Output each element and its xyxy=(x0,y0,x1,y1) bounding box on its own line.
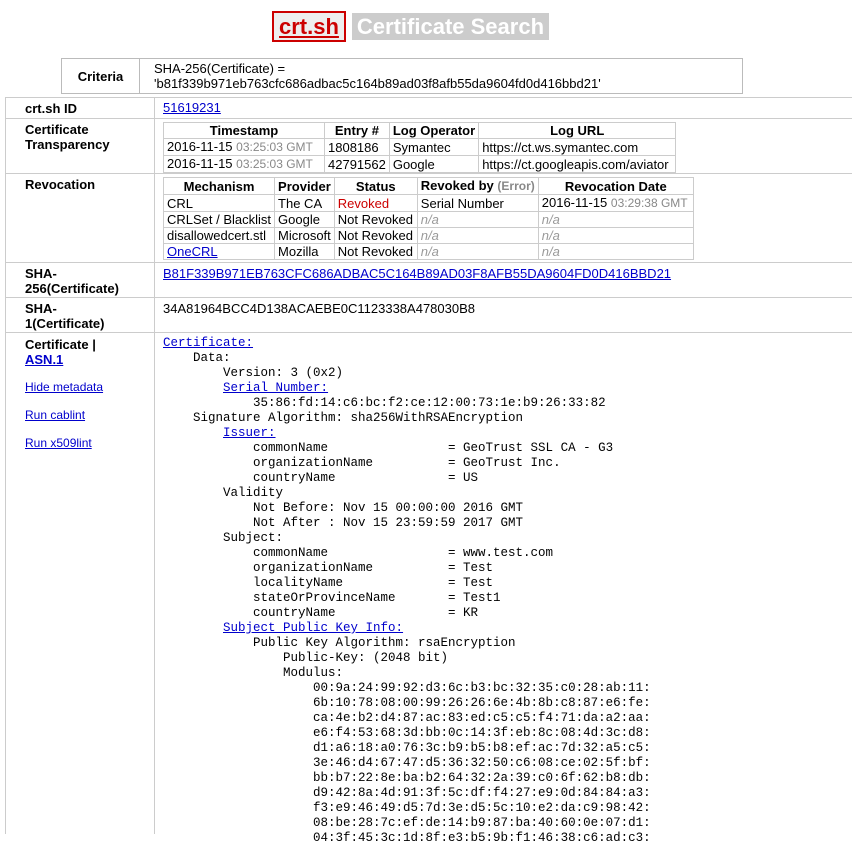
ct-url: https://ct.googleapis.com/aviator xyxy=(478,155,677,173)
cert-serial-value: 35:86:fd:14:c6:bc:f2:ce:12:00:73:1e:b9:2… xyxy=(163,396,606,410)
rev-provider: Mozilla xyxy=(274,243,335,260)
rev-status: Not Revoked xyxy=(333,243,418,260)
rev-mechanism: disallowedcert.stl xyxy=(162,227,276,244)
table-row: OneCRL Mozilla Not Revoked n/a n/a xyxy=(162,243,694,260)
ct-header-timestamp: Timestamp xyxy=(163,122,325,139)
revocation-row: Revocation Mechanism Provider Status Rev… xyxy=(5,174,852,263)
issuer-link[interactable]: Issuer: xyxy=(223,426,276,440)
table-row: CRLSet / Blacklist Google Not Revoked n/… xyxy=(162,211,694,228)
run-x509lint-link[interactable]: Run x509lint xyxy=(25,436,92,450)
rev-header-date: Revocation Date xyxy=(537,177,694,195)
ct-date: 2016-11-15 xyxy=(167,156,233,171)
rev-provider: Google xyxy=(274,211,335,228)
run-cablint-link[interactable]: Run cablint xyxy=(25,408,85,422)
asn1-link[interactable]: ASN.1 xyxy=(25,352,63,367)
ct-header-entry: Entry # xyxy=(324,122,390,139)
subject-public-key-info-link[interactable]: Subject Public Key Info: xyxy=(223,621,403,635)
certificate-row: Certificate | ASN.1 Hide metadata Run ca… xyxy=(5,333,852,846)
cert-subject-fields: commonName = www.test.com organizationNa… xyxy=(253,546,554,620)
rev-status: Not Revoked xyxy=(333,211,418,228)
cert-issuer-fields: commonName = GeoTrust SSL CA - G3 organi… xyxy=(253,441,614,485)
rev-date: n/a xyxy=(537,211,694,228)
cert-signature-algorithm: Signature Algorithm: sha256WithRSAEncryp… xyxy=(163,411,524,425)
certificate-details-table: crt.sh ID 51619231 Certificate Transpare… xyxy=(5,97,852,846)
ct-row: Certificate Transparency Timestamp Entry… xyxy=(5,119,852,174)
criteria-box: Criteria SHA-256(Certificate) = 'b81f339… xyxy=(61,58,743,94)
sha256-row: SHA-256(Certificate) B81F339B971EB763CFC… xyxy=(5,263,852,298)
page-subtitle: Certificate Search xyxy=(351,12,550,40)
ct-entry: 1808186 xyxy=(324,138,390,156)
sha256-link[interactable]: B81F339B971EB763CFC686ADBAC5C164B89AD03F… xyxy=(163,266,671,281)
table-row: 2016-11-15 03:25:03 GMT 42791562 Google … xyxy=(163,155,677,173)
rev-status: Not Revoked xyxy=(333,227,418,244)
rev-revoked-by: n/a xyxy=(416,243,539,260)
ct-label: Certificate Transparency xyxy=(25,122,110,152)
crtsh-id-link[interactable]: 51619231 xyxy=(163,100,221,115)
rev-header-provider: Provider xyxy=(274,177,335,195)
ct-time: 03:25:03 GMT xyxy=(236,157,313,171)
crtsh-id-row: crt.sh ID 51619231 xyxy=(5,98,852,119)
rev-date: 2016-11-15 xyxy=(541,195,608,210)
rev-mechanism: CRL xyxy=(162,194,276,212)
rev-revoked-by: n/a xyxy=(416,227,539,244)
cert-data-line: Data: xyxy=(163,351,231,365)
sha1-label: SHA-1(Certificate) xyxy=(25,301,105,331)
ct-operator: Symantec xyxy=(388,138,480,156)
table-row: 2016-11-15 03:25:03 GMT 1808186 Symantec… xyxy=(163,138,677,156)
table-row: CRL The CA Revoked Serial Number 2016-11… xyxy=(162,194,694,212)
criteria-value: SHA-256(Certificate) = 'b81f339b971eb763… xyxy=(139,58,743,94)
ct-time: 03:25:03 GMT xyxy=(236,140,313,154)
sha256-label: SHA-256(Certificate) xyxy=(25,266,119,296)
revocation-label: Revocation xyxy=(25,177,96,192)
ct-entry: 42791562 xyxy=(324,155,390,173)
rev-mechanism: CRLSet / Blacklist xyxy=(162,211,276,228)
rev-time: 03:29:38 GMT xyxy=(610,196,688,210)
hide-metadata-link[interactable]: Hide metadata xyxy=(25,380,103,394)
criteria-label: Criteria xyxy=(61,58,140,94)
certificate-label: Certificate | xyxy=(25,337,96,352)
site-header: crt.sh Certificate Search xyxy=(272,10,550,42)
sha1-row: SHA-1(Certificate) 34A81964BCC4D138ACAEB… xyxy=(5,298,852,333)
certificate-dump: Certificate: Data: Version: 3 (0x2) Seri… xyxy=(163,336,651,846)
rev-date: n/a xyxy=(537,227,694,244)
rev-header-mechanism: Mechanism xyxy=(162,177,276,195)
rev-provider: The CA xyxy=(274,194,335,212)
ct-header-url: Log URL xyxy=(478,122,677,139)
rev-revoked-by: n/a xyxy=(416,211,539,228)
crtsh-id-label: crt.sh ID xyxy=(25,101,78,116)
ct-operator: Google xyxy=(388,155,480,173)
ct-header-operator: Log Operator xyxy=(388,122,480,139)
rev-provider: Microsoft xyxy=(274,227,335,244)
rev-revoked-by: Serial Number xyxy=(416,194,539,212)
rev-header-status: Status xyxy=(333,177,418,195)
crtsh-logo-link[interactable]: crt.sh xyxy=(272,10,346,42)
rev-date: n/a xyxy=(537,243,694,260)
serial-number-link[interactable]: Serial Number: xyxy=(223,381,328,395)
ct-date: 2016-11-15 xyxy=(167,139,233,154)
ct-table: Timestamp Entry # Log Operator Log URL 2… xyxy=(163,122,677,173)
rev-header-revoked-by: Revoked by xyxy=(420,178,494,193)
ct-url: https://ct.ws.symantec.com xyxy=(478,138,677,156)
cert-validity-block: Validity Not Before: Nov 15 00:00:00 201… xyxy=(223,486,524,545)
onecrl-link[interactable]: OneCRL xyxy=(167,244,218,259)
cert-version-line: Version: 3 (0x2) xyxy=(163,366,344,380)
sha1-value: 34A81964BCC4D138ACAEBE0C1123338A478030B8 xyxy=(163,301,475,316)
rev-status: Revoked xyxy=(333,194,418,212)
table-row: disallowedcert.stl Microsoft Not Revoked… xyxy=(162,227,694,244)
revocation-table: Mechanism Provider Status Revoked by (Er… xyxy=(162,177,694,260)
rev-header-error: (Error) xyxy=(497,179,535,193)
cert-public-key-block: Public Key Algorithm: rsaEncryption Publ… xyxy=(253,636,651,845)
certificate-link[interactable]: Certificate: xyxy=(163,336,253,350)
